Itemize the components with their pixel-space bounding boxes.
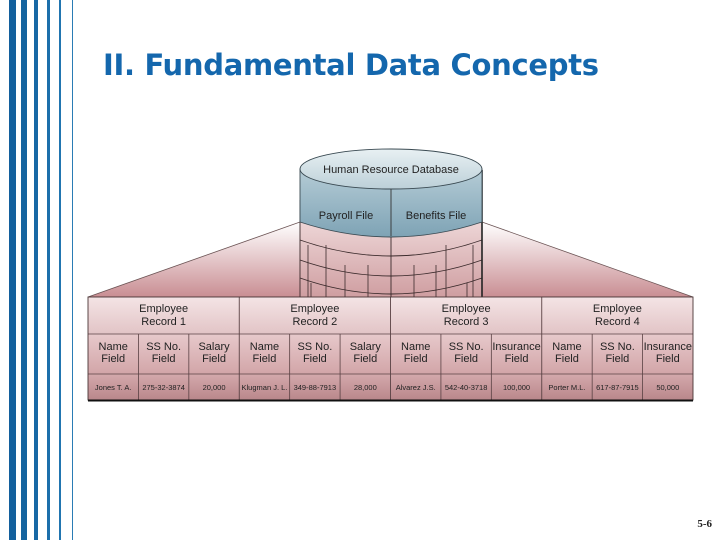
field-value: 100,000 (503, 383, 530, 392)
field-value: 28,000 (354, 383, 377, 392)
field-name-line1: Insurance (492, 341, 540, 353)
field-name-line1: Name (250, 341, 279, 353)
record-label-line2: Record 2 (293, 316, 338, 328)
field-name-line1: SS No. (297, 341, 332, 353)
field-name-line2: Field (656, 353, 680, 365)
field-name-line2: Field (404, 353, 428, 365)
field-name-line2: Field (202, 353, 226, 365)
record-label-line1: Employee (593, 303, 642, 315)
field-name-line2: Field (454, 353, 478, 365)
field-value: 349-88-7913 (294, 383, 337, 392)
field-name-line1: Name (99, 341, 128, 353)
employee-records-table: EmployeeRecord 1NameFieldJones T. A.SS N… (87, 296, 694, 402)
field-name-line2: Field (152, 353, 176, 365)
field-name-line2: Field (605, 353, 629, 365)
record-label-line1: Employee (290, 303, 339, 315)
field-value: 20,000 (203, 383, 226, 392)
database-diagram: Human Resource Database Payroll File Ben… (87, 148, 694, 402)
benefits-file-label: Benefits File (406, 210, 467, 222)
field-value: Alvarez J.S. (396, 383, 436, 392)
page-number: 5-6 (697, 518, 712, 530)
field-name-line2: Field (101, 353, 125, 365)
field-value: 275-32-3874 (142, 383, 185, 392)
field-name-line1: Name (401, 341, 430, 353)
field-value: 617-87-7915 (596, 383, 639, 392)
field-name-line2: Field (303, 353, 327, 365)
field-name-line2: Field (353, 353, 377, 365)
field-name-line1: SS No. (600, 341, 635, 353)
field-value: 50,000 (656, 383, 679, 392)
field-name-line1: SS No. (146, 341, 181, 353)
field-name-line1: Insurance (644, 341, 692, 353)
record-label-line2: Record 4 (595, 316, 640, 328)
payroll-file-label: Payroll File (319, 210, 373, 222)
field-name-line2: Field (555, 353, 579, 365)
record-label-line2: Record 1 (141, 316, 186, 328)
database-cylinder (299, 148, 483, 238)
record-label-line2: Record 3 (444, 316, 489, 328)
record-label-line1: Employee (139, 303, 188, 315)
record-label-line1: Employee (442, 303, 491, 315)
field-value: Porter M.L. (548, 383, 585, 392)
field-value: 542-40-3718 (445, 383, 488, 392)
field-name-line1: Salary (198, 341, 230, 353)
field-name-line2: Field (253, 353, 277, 365)
database-name: Human Resource Database (323, 164, 459, 176)
field-name-line1: SS No. (449, 341, 484, 353)
field-value: Jones T. A. (95, 383, 132, 392)
field-value: Klugman J. L. (242, 383, 288, 392)
field-name-line1: Salary (350, 341, 382, 353)
field-name-line1: Name (552, 341, 581, 353)
field-name-line2: Field (505, 353, 529, 365)
